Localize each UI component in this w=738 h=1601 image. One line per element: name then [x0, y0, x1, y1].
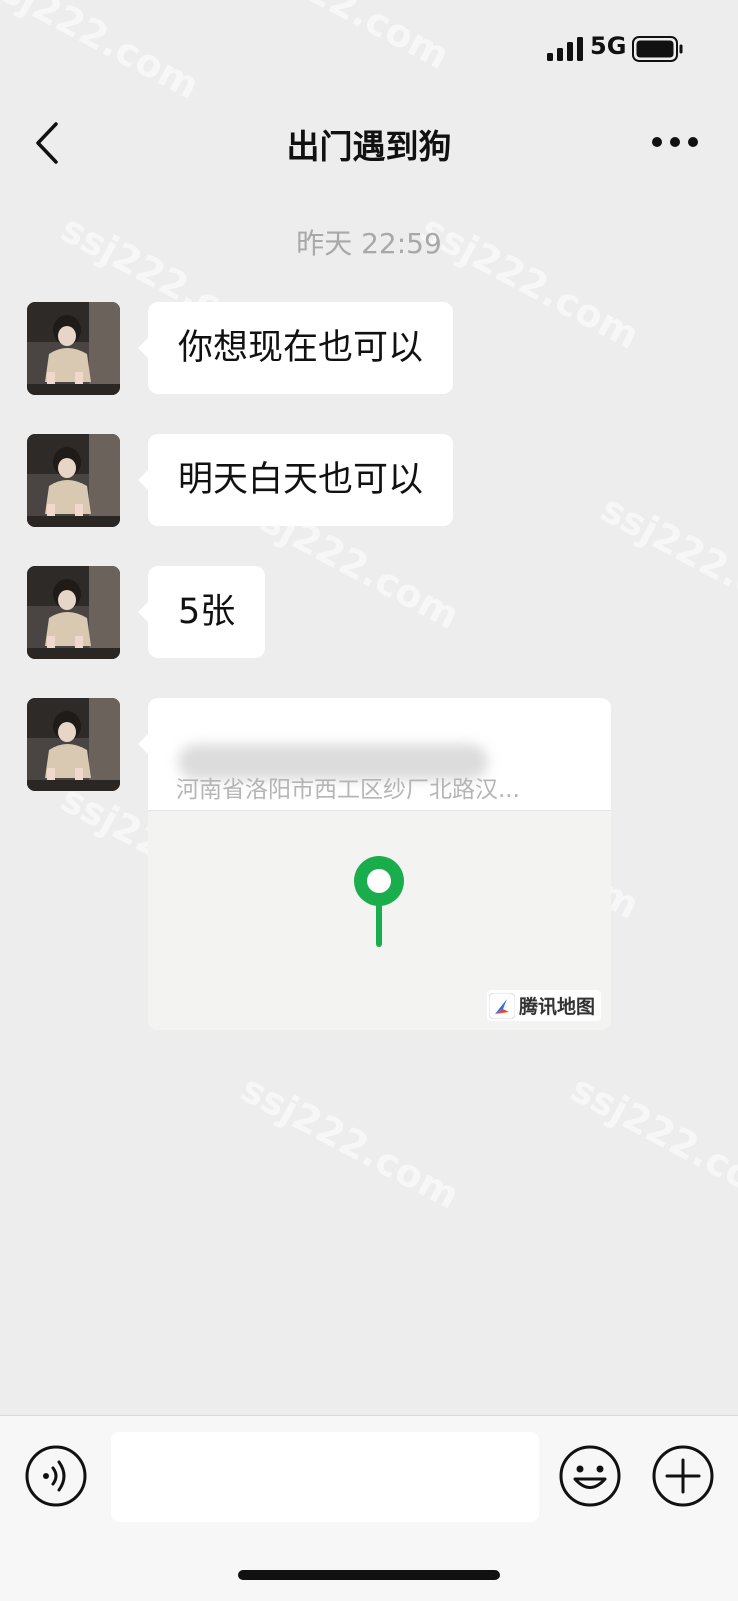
message-bubble[interactable]: 明天白天也可以 [137, 434, 454, 526]
battery-icon [632, 36, 683, 62]
bubble-tail [138, 734, 148, 754]
message-bubble[interactable]: 你想现在也可以 [137, 302, 454, 394]
map-pin-icon [354, 856, 404, 947]
watermark: ssj222.com [593, 486, 738, 638]
avatar[interactable] [27, 434, 120, 527]
network-label: 5G [590, 32, 627, 60]
chat-header: 出门遇到狗 [0, 100, 738, 184]
chat-title: 出门遇到狗 [286, 127, 452, 166]
home-indicator[interactable] [238, 1570, 500, 1580]
voice-icon[interactable] [24, 1444, 88, 1508]
map-provider-label: 腾讯地图 [518, 996, 595, 1018]
avatar[interactable] [27, 302, 120, 395]
signal-icon [547, 37, 583, 61]
map-provider-logo: 腾讯地图 [486, 990, 601, 1021]
plus-icon[interactable] [651, 1444, 715, 1508]
avatar[interactable] [27, 698, 120, 791]
message-timestamp: 昨天 22:59 [296, 227, 442, 260]
avatar[interactable] [27, 566, 120, 659]
tencent-map-icon [488, 992, 515, 1019]
emoji-icon[interactable] [558, 1444, 622, 1508]
more-icon[interactable] [650, 130, 700, 154]
watermark: ssj222.com [233, 1066, 467, 1218]
status-bar: 5G [0, 0, 738, 100]
location-address: 河南省洛阳市西工区纱厂北路汉... [176, 777, 520, 803]
message-bubble[interactable]: 5张 [137, 566, 266, 658]
location-card[interactable]: 河南省洛阳市西工区纱厂北路汉... 腾讯地图 [148, 698, 611, 1030]
map-preview[interactable]: 腾讯地图 [148, 810, 611, 1030]
watermark: ssj222.com [563, 1066, 738, 1218]
message-input[interactable] [111, 1432, 539, 1522]
